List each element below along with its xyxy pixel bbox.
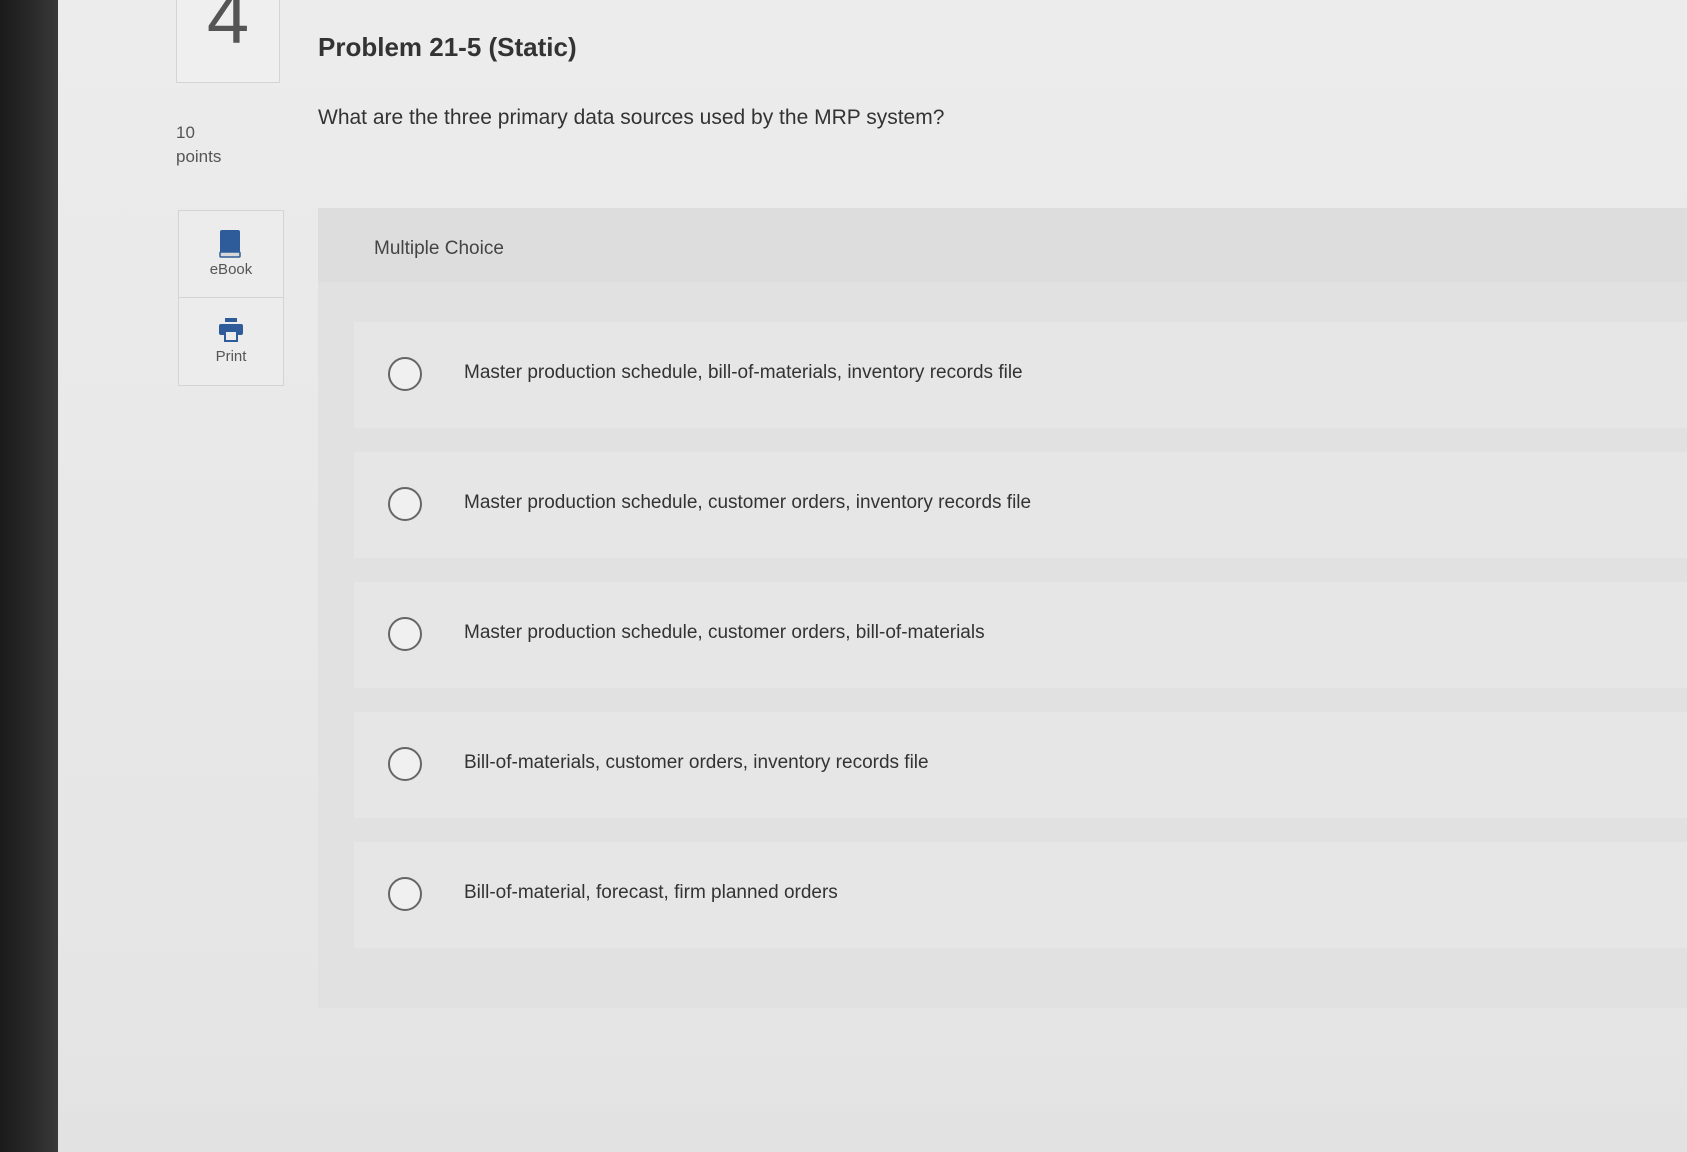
radio-button[interactable]: [388, 487, 422, 521]
answer-option-5[interactable]: Bill-of-material, forecast, firm planned…: [354, 842, 1687, 948]
option-text: Master production schedule, customer ord…: [464, 622, 985, 643]
option-text: Master production schedule, customer ord…: [464, 492, 1032, 513]
option-text: Master production schedule, bill-of-mate…: [464, 362, 1023, 383]
answer-option-2[interactable]: Master production schedule, customer ord…: [354, 452, 1687, 558]
radio-button[interactable]: [388, 357, 422, 391]
points-label: points: [176, 147, 222, 166]
screen-shade: [58, 1040, 1687, 1152]
quiz-screen: 4 10 points eBook Print Problem 21-5 (St…: [58, 0, 1687, 1152]
printer-icon: [217, 316, 245, 349]
option-text: Bill-of-material, forecast, firm planned…: [464, 882, 838, 903]
print-label: Print: [215, 348, 247, 365]
answer-option-3[interactable]: Master production schedule, customer ord…: [354, 582, 1687, 688]
answer-option-1[interactable]: Master production schedule, bill-of-mate…: [354, 322, 1687, 428]
answer-panel: Multiple Choice Master production schedu…: [318, 208, 1687, 1008]
radio-button[interactable]: [388, 877, 422, 911]
points-value: 10: [176, 123, 195, 142]
points-info: 10 points: [176, 121, 221, 169]
book-icon: [217, 229, 243, 264]
panel-header: Multiple Choice: [318, 208, 1687, 282]
radio-button[interactable]: [388, 747, 422, 781]
ebook-label: eBook: [209, 261, 253, 278]
answer-option-4[interactable]: Bill-of-materials, customer orders, inve…: [354, 712, 1687, 818]
ebook-button[interactable]: eBook: [179, 211, 283, 297]
radio-button[interactable]: [388, 617, 422, 651]
problem-title: Problem 21-5 (Static): [318, 32, 577, 62]
option-text: Bill-of-materials, customer orders, inve…: [464, 752, 929, 773]
question-tools: eBook Print: [178, 210, 284, 386]
question-number-box: 4: [176, 0, 280, 83]
monitor-bezel: [0, 0, 58, 1152]
question-number: 4: [206, 0, 250, 60]
question-text: What are the three primary data sources …: [318, 106, 945, 129]
question-type-label: Multiple Choice: [374, 238, 504, 259]
print-button[interactable]: Print: [179, 297, 283, 384]
